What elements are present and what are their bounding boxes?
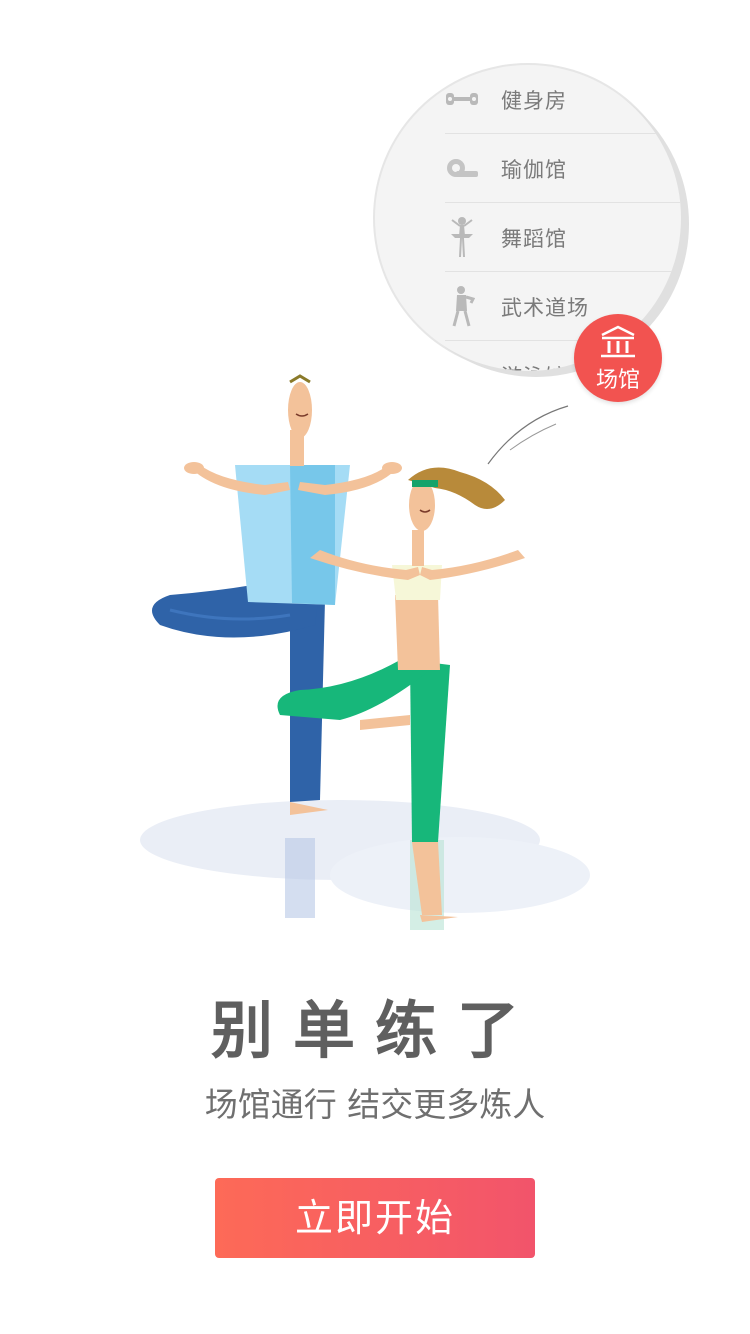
martial-arts-icon — [445, 286, 479, 327]
building-icon — [598, 325, 638, 359]
venue-item-gym: 健身房 — [445, 65, 681, 134]
yoga-couple-illustration — [140, 374, 590, 930]
dumbbell-icon — [445, 79, 479, 119]
venue-label: 舞蹈馆 — [501, 227, 567, 251]
venue-label: 健身房 — [501, 89, 567, 113]
start-button[interactable]: 立即开始 — [215, 1178, 535, 1258]
venue-item-yoga: 瑜伽馆 — [445, 134, 681, 203]
venue-item-dance: 舞蹈馆 — [445, 203, 681, 272]
page-subtitle: 场馆通行 结交更多炼人 — [204, 1085, 546, 1124]
ballet-dancer-icon — [445, 217, 479, 258]
swimming-icon — [445, 355, 479, 371]
yoga-mat-icon — [445, 148, 479, 188]
venue-label: 瑜伽馆 — [501, 158, 567, 182]
venue-label: 武术道场 — [501, 296, 589, 320]
man-figure — [152, 374, 402, 815]
page-title: 别单练了 — [210, 994, 539, 1067]
